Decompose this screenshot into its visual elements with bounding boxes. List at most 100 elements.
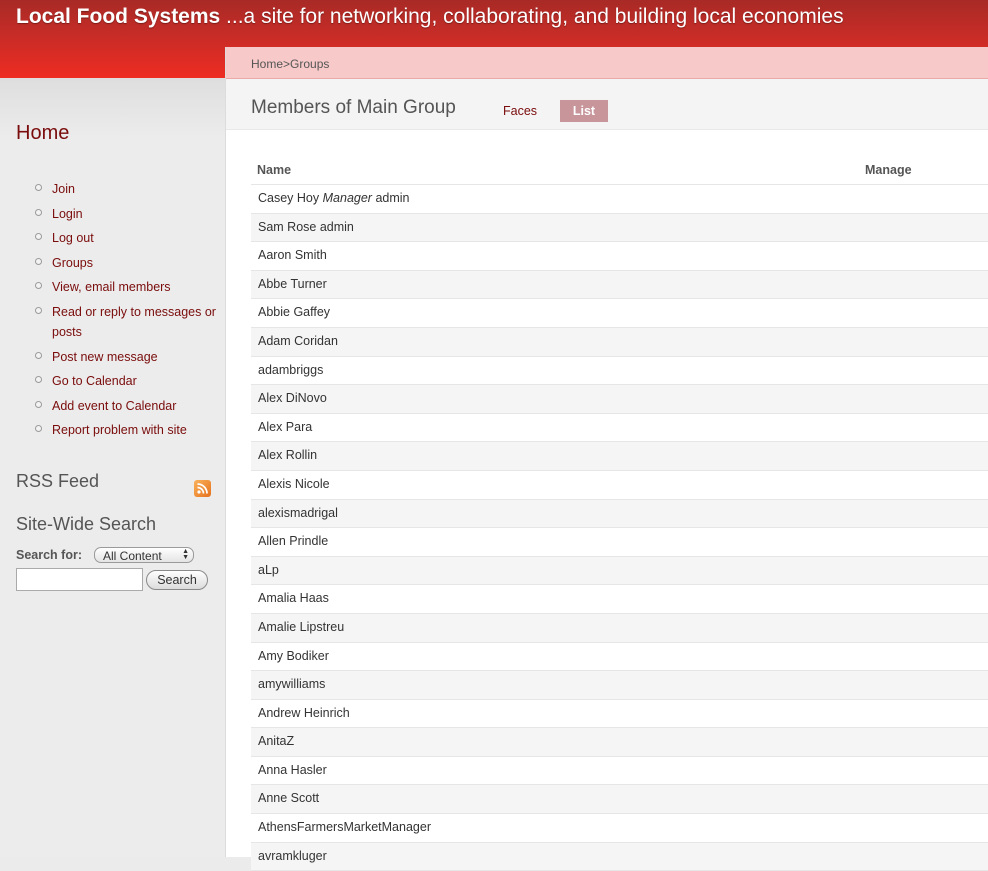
search-for-label: Search for:: [16, 548, 82, 562]
search-input[interactable]: [16, 568, 143, 591]
sidebar-item-label: Groups: [52, 255, 93, 270]
member-name-cell[interactable]: Alexis Nicole: [251, 471, 988, 498]
page-title: Members of Main Group: [251, 97, 456, 118]
bullet-icon: [35, 184, 42, 191]
table-row: Alex Rollin: [251, 442, 988, 471]
member-name-cell[interactable]: Alex DiNovo: [251, 385, 988, 412]
member-name-cell[interactable]: Abbie Gaffey: [251, 299, 988, 326]
search-scope-value: All Content: [103, 549, 162, 563]
sidebar-item-label: View, email members: [52, 280, 171, 295]
member-name: Abbe Turner: [258, 276, 327, 291]
table-row: Amalie Lipstreu: [251, 613, 988, 643]
member-name-cell[interactable]: Andrew Heinrich: [251, 700, 988, 727]
member-name: Aaron Smith: [258, 248, 327, 263]
member-name-cell[interactable]: avramkluger: [251, 843, 988, 870]
member-name: Sam Rose: [258, 219, 317, 234]
tab-list[interactable]: List: [560, 100, 608, 122]
table-row: Sam Rose admin: [251, 213, 988, 243]
select-arrows-icon: ▲ ▼: [182, 548, 189, 561]
sidebar-item-label: Login: [52, 206, 83, 221]
sidebar-item-label: Report problem with site: [52, 423, 187, 438]
table-row: amywilliams: [251, 671, 988, 700]
member-name-cell[interactable]: Amalie Lipstreu: [251, 614, 988, 641]
table-row: Casey Hoy Manager admin: [251, 185, 988, 214]
member-name: Amy Bodiker: [258, 648, 329, 663]
member-name-cell[interactable]: Amy Bodiker: [251, 643, 988, 670]
member-name-cell[interactable]: Amalia Haas: [251, 585, 988, 612]
member-name-cell[interactable]: Abbe Turner: [251, 271, 988, 298]
member-name: Amalie Lipstreu: [258, 619, 345, 634]
member-name: Anna Hasler: [258, 762, 327, 777]
member-admin-tag: admin: [319, 219, 354, 234]
member-name-cell[interactable]: Casey Hoy Manager admin: [251, 185, 988, 212]
search-button[interactable]: Search: [146, 570, 208, 590]
member-name-cell[interactable]: Allen Prindle: [251, 528, 988, 555]
member-name-cell[interactable]: Alex Rollin: [251, 442, 988, 469]
member-name-cell[interactable]: Sam Rose admin: [251, 214, 988, 241]
table-row: alexismadrigal: [251, 499, 988, 529]
table-row: Alex DiNovo: [251, 385, 988, 414]
table-row: Abbe Turner: [251, 270, 988, 300]
sidebar-item-label: Add event to Calendar: [52, 398, 177, 413]
member-name: Alex Para: [258, 419, 313, 434]
member-name-cell[interactable]: Aaron Smith: [251, 242, 988, 269]
bullet-icon: [35, 257, 42, 265]
bullet-icon: [35, 282, 42, 290]
breadcrumb-bar: Home>Groups: [226, 47, 988, 79]
sidebar-item-add-event-to-calendar[interactable]: Add event to Calendar: [0, 396, 225, 416]
member-name-cell[interactable]: Anna Hasler: [251, 757, 988, 784]
member-name: adambriggs: [258, 362, 324, 377]
sidebar: Home Join Login Log out Groups View, email m…: [0, 78, 225, 857]
sidebar-item-label: Log out: [52, 231, 94, 246]
bullet-icon: [35, 400, 42, 408]
member-name-cell[interactable]: adambriggs: [251, 357, 988, 384]
rss-icon-glyph: [197, 483, 208, 494]
member-name-cell[interactable]: amywilliams: [251, 671, 988, 698]
column-header-manage: Manage: [865, 163, 912, 177]
site-name[interactable]: Local Food Systems: [16, 5, 220, 28]
member-name-cell[interactable]: AnitaZ: [251, 728, 988, 755]
member-name-cell[interactable]: Adam Coridan: [251, 328, 988, 355]
bullet-icon: [35, 351, 42, 359]
sidebar-item-read-or-reply-to-messages-or-posts[interactable]: Read or reply to messages or posts: [0, 302, 225, 342]
sidebar-item-groups[interactable]: Groups: [0, 253, 225, 273]
table-row: Andrew Heinrich: [251, 699, 988, 729]
sidebar-item-join[interactable]: Join: [0, 179, 225, 199]
member-name-cell[interactable]: Alex Para: [251, 414, 988, 441]
tab-faces[interactable]: Faces: [503, 104, 537, 118]
member-name-cell[interactable]: alexismadrigal: [251, 500, 988, 527]
site-search-title: Site-Wide Search: [16, 514, 157, 534]
site-title: Local Food Systems ...a site for network…: [16, 5, 844, 29]
sidebar-item-login[interactable]: Login: [0, 204, 225, 224]
member-name: Alex DiNovo: [258, 391, 327, 406]
breadcrumb[interactable]: Home>Groups: [251, 57, 329, 71]
table-row: Allen Prindle: [251, 528, 988, 557]
search-scope-select[interactable]: All Content ▲ ▼: [94, 547, 194, 563]
rss-feed-title: RSS Feed: [16, 471, 100, 491]
bullet-icon: [35, 306, 42, 314]
table-row: AnitaZ: [251, 728, 988, 757]
sidebar-home-title: Home: [16, 122, 70, 144]
sidebar-item-post-new-message[interactable]: Post new message: [0, 347, 225, 367]
bullet-icon: [35, 376, 42, 384]
sidebar-item-label: Go to Calendar: [52, 374, 137, 389]
member-admin-tag: admin: [375, 191, 410, 205]
member-name-cell[interactable]: aLp: [251, 557, 988, 584]
table-row: Adam Coridan: [251, 327, 988, 357]
main-content: Home>Groups Members of Main Group Faces …: [225, 47, 988, 871]
member-name: Andrew Heinrich: [258, 705, 350, 720]
table-row: Anna Hasler: [251, 756, 988, 786]
member-name-cell[interactable]: AthensFarmersMarketManager: [251, 814, 988, 841]
table-row: Amy Bodiker: [251, 642, 988, 672]
sidebar-item-view-email-members[interactable]: View, email members: [0, 277, 225, 297]
column-header-name: Name: [257, 163, 292, 177]
member-name: AnitaZ: [258, 734, 295, 749]
rss-icon[interactable]: [194, 480, 211, 497]
sidebar-item-report-problem-with-site[interactable]: Report problem with site: [0, 420, 225, 440]
member-name-cell[interactable]: Anne Scott: [251, 785, 988, 812]
sidebar-item-log-out[interactable]: Log out: [0, 228, 225, 248]
table-row: Abbie Gaffey: [251, 299, 988, 328]
member-name: aLp: [258, 562, 279, 577]
table-row: Aaron Smith: [251, 242, 988, 271]
sidebar-item-go-to-calendar[interactable]: Go to Calendar: [0, 371, 225, 391]
